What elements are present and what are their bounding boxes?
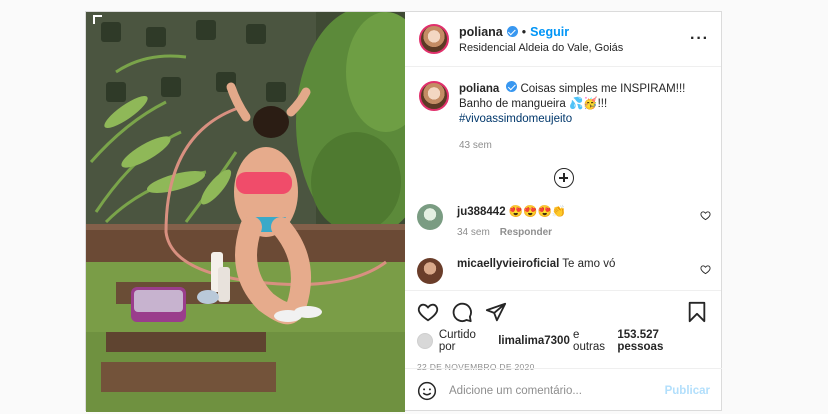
- emoji-icon[interactable]: [417, 381, 437, 401]
- verified-icon: [506, 26, 518, 37]
- commenter-username[interactable]: ju388442: [457, 206, 506, 218]
- caption-body: poliana Coisas simples me INSPIRAM!!! Ba…: [459, 81, 685, 153]
- comment-text: Te amo vó: [562, 258, 616, 270]
- comment-body: micaellyvieiroficial Te amo vó: [457, 258, 711, 284]
- heart-icon[interactable]: [417, 301, 439, 323]
- comment-meta: 34 sem Responder: [457, 227, 711, 238]
- instagram-post: poliana • Seguir Residencial Aldeia do V…: [85, 11, 722, 412]
- author-avatar[interactable]: [419, 24, 449, 54]
- likes-middle: e outras: [573, 329, 606, 353]
- comment-heart-icon[interactable]: [700, 210, 711, 221]
- likes-prefix: Curtido por: [438, 329, 476, 353]
- comment-heart-icon[interactable]: [700, 264, 711, 275]
- separator-dot: •: [521, 24, 527, 39]
- bookmark-icon[interactable]: [687, 301, 707, 323]
- commenter-username[interactable]: micaellyvieiroficial: [457, 258, 559, 270]
- more-horizontal-icon[interactable]: ···: [690, 31, 709, 47]
- verified-icon: [506, 81, 518, 92]
- comment-input[interactable]: [449, 384, 665, 397]
- share-icon[interactable]: [485, 301, 507, 323]
- add-comment-bar: Publicar: [405, 368, 722, 412]
- follow-button[interactable]: Seguir: [530, 25, 569, 39]
- liker-avatar[interactable]: [417, 333, 433, 349]
- comment-item: ju388442 😍😍😍👏 34 sem Responder: [417, 204, 711, 238]
- likes-count[interactable]: 153.527 pessoas: [617, 329, 707, 353]
- post-header: poliana • Seguir Residencial Aldeia do V…: [405, 12, 721, 67]
- author-username[interactable]: poliana: [459, 25, 503, 39]
- caption-avatar[interactable]: [419, 81, 449, 111]
- reply-button[interactable]: Responder: [500, 227, 552, 238]
- comment-body: ju388442 😍😍😍👏 34 sem Responder: [457, 204, 711, 238]
- action-icons: [417, 299, 707, 325]
- post-photo-illustration: [86, 12, 405, 412]
- liker-username[interactable]: limalima7300: [498, 335, 570, 347]
- post-location[interactable]: Residencial Aldeia do Vale, Goiás: [459, 42, 690, 54]
- caption-hashtag[interactable]: #vivoassimdomeujeito: [459, 112, 685, 127]
- caption-username[interactable]: poliana: [459, 83, 499, 95]
- post-photo[interactable]: [86, 12, 405, 412]
- author-info: poliana • Seguir Residencial Aldeia do V…: [459, 25, 690, 54]
- author-row: poliana • Seguir: [459, 25, 690, 39]
- commenter-avatar[interactable]: [417, 258, 443, 284]
- caption-line-2: Banho de mangueira 💦🥳!!!: [459, 98, 608, 110]
- caption-line-1: Coisas simples me INSPIRAM!!!: [520, 83, 686, 95]
- post-caption: poliana Coisas simples me INSPIRAM!!! Ba…: [419, 81, 707, 153]
- plus-circle-icon[interactable]: [554, 168, 574, 188]
- comment-text: 😍😍😍👏: [508, 206, 567, 218]
- commenter-avatar[interactable]: [417, 204, 443, 230]
- likes-summary: Curtido por limalima7300 e outras 153.52…: [417, 329, 707, 353]
- publish-button[interactable]: Publicar: [665, 385, 710, 397]
- comments-section: poliana Coisas simples me INSPIRAM!!! Ba…: [405, 67, 721, 290]
- comment-icon[interactable]: [451, 301, 473, 323]
- post-side-panel: poliana • Seguir Residencial Aldeia do V…: [405, 12, 722, 412]
- comment-item: micaellyvieiroficial Te amo vó: [417, 258, 711, 284]
- caption-time[interactable]: 43 sem: [459, 138, 685, 153]
- comment-time[interactable]: 34 sem: [457, 227, 490, 238]
